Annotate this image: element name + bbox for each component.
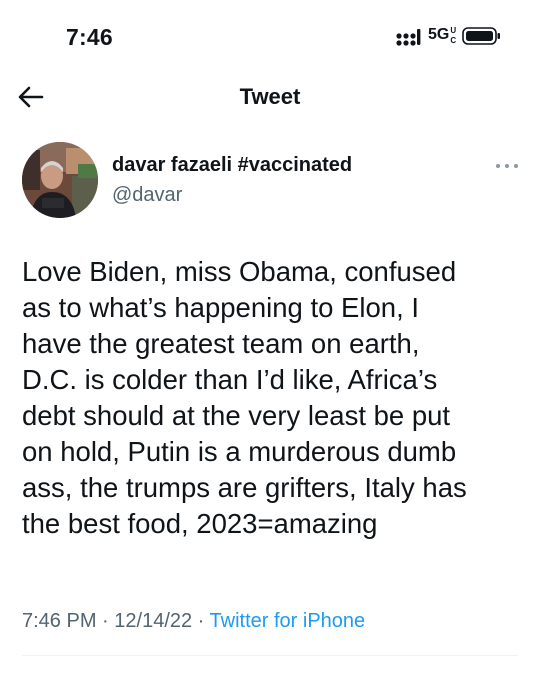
tweet-text-line: as to what’s happening to Elon, I [22,292,419,323]
network-type-label: 5GUC [428,26,457,45]
tweet-source-link[interactable]: Twitter for iPhone [210,610,366,632]
page-title: Tweet [239,84,301,109]
signal-strength-icon [396,29,421,46]
tweet-text-line: D.C. is colder than I’d like, Africa’s [22,364,438,395]
tweet-time[interactable]: 7:46 PM [22,610,96,632]
divider [22,655,518,656]
tweet-date[interactable]: 12/14/22 [114,610,192,632]
tweet-text-line: on hold, Putin is a murderous dumb [22,436,457,467]
status-bar: 7:46 5GUC [0,0,540,62]
more-options-icon[interactable] [492,158,522,174]
navigation-bar: Tweet [0,76,540,120]
tweet-metadata: 7:46 PM · 12/14/22 · Twitter for iPhone [22,610,365,633]
tweet-text-line: debt should at the very least be put [22,400,451,431]
tweet-text-line: Love Biden, miss Obama, confused [22,256,457,287]
meta-separator: · [192,610,210,632]
tweet-text-line: have the greatest team on earth, [22,328,420,359]
tweet-text: Love Biden, miss Obama, confused as to w… [22,254,522,542]
battery-icon [462,27,500,45]
meta-separator: · [96,610,115,632]
tweet-text-line: ass, the trumps are grifters, Italy has [22,472,467,503]
tweet-text-line: the best food, 2023=amazing [22,508,378,539]
author-display-name[interactable]: davar fazaeli #vaccinated [112,154,352,177]
status-time: 7:46 [66,24,113,50]
profile-photo-image [22,142,98,218]
author-handle[interactable]: @davar [112,184,182,207]
avatar[interactable] [22,142,98,218]
tweet-author: davar fazaeli #vaccinated @davar [22,142,522,222]
